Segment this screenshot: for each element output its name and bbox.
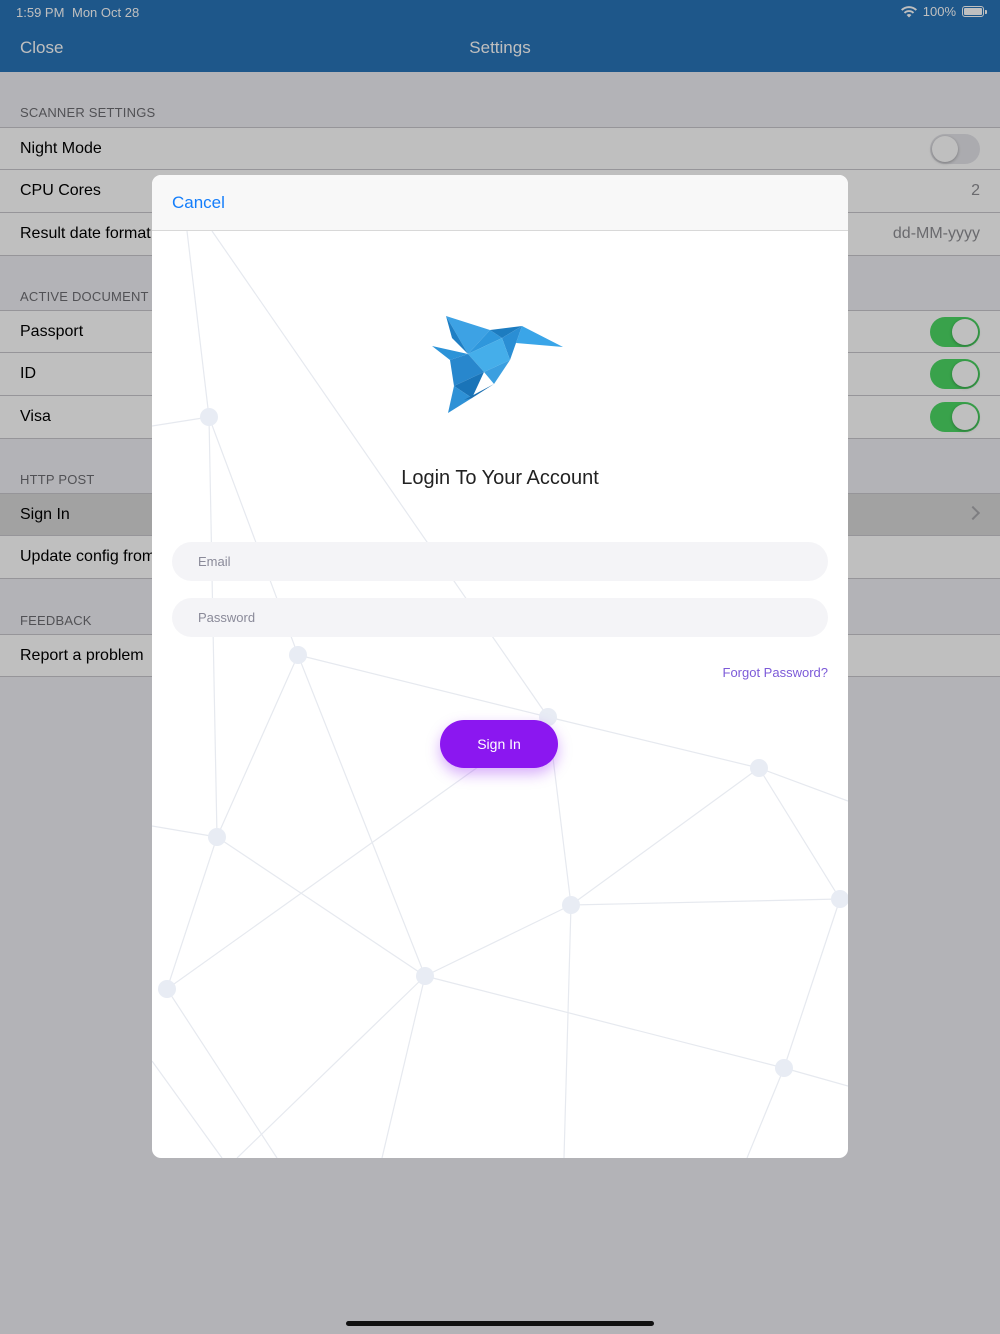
login-title: Login To Your Account [401,467,599,489]
login-modal: Cancel Login To Your Account Email Forgo… [152,175,848,1158]
forgot-password-link[interactable]: Forgot Password? [723,665,829,680]
email-field[interactable] [172,542,828,581]
modal-header: Cancel [152,175,848,231]
settings-screen: 1:59 PM Mon Oct 28 100% Close Settings S… [0,0,1000,1334]
sign-in-button[interactable]: Sign In [440,720,558,768]
home-indicator [346,1321,654,1326]
cancel-button[interactable]: Cancel [172,193,225,213]
password-field[interactable] [172,598,828,637]
modal-body: Login To Your Account Forgot Password? S… [152,231,848,1158]
origami-bird-logo-icon [432,316,563,413]
